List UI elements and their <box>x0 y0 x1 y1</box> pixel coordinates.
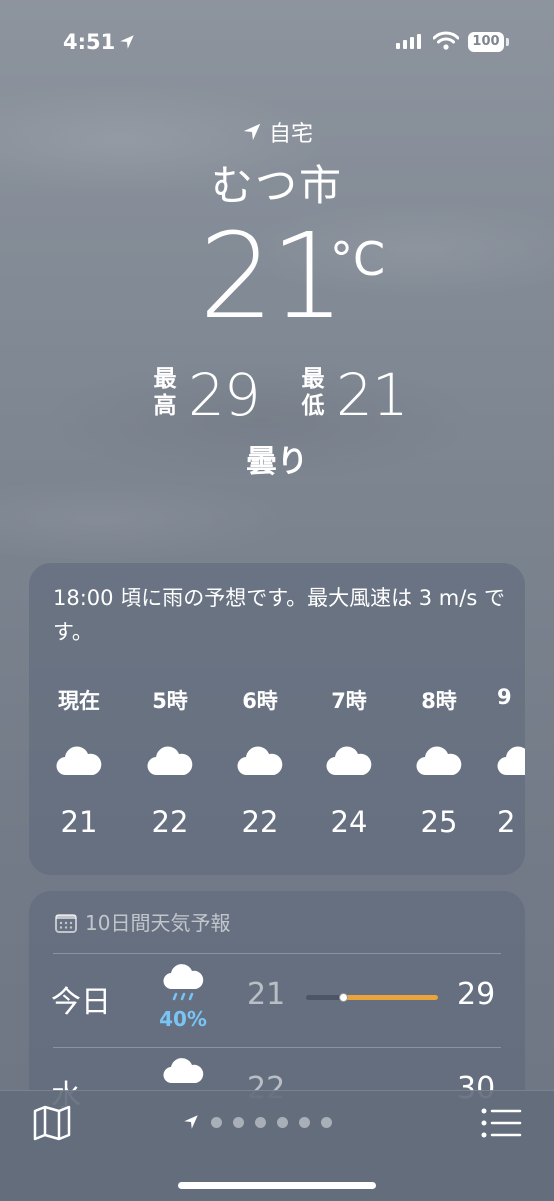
condition: 曇り <box>246 444 308 480</box>
current-temp-marker <box>339 993 348 1002</box>
page-dot[interactable] <box>299 1116 310 1128</box>
hour-label: 8時 <box>421 689 457 713</box>
hour-item: 7時 24 <box>299 685 399 839</box>
hour-item: 現在 21 <box>29 685 129 839</box>
page-dot[interactable] <box>277 1116 288 1128</box>
cloud-icon <box>416 746 462 776</box>
cloud-icon <box>56 746 102 776</box>
cellular-signal-icon <box>396 33 421 49</box>
hour-temp: 25 <box>420 805 458 839</box>
page-dot[interactable] <box>321 1116 332 1128</box>
hour-label: 現在 <box>58 689 100 713</box>
battery-tip <box>506 38 509 46</box>
divider <box>53 953 501 954</box>
hour-temp: 22 <box>151 805 189 839</box>
current-temperature: 21 <box>199 207 345 345</box>
page-indicator[interactable] <box>182 1113 332 1131</box>
hour-item: 5時 22 <box>120 685 220 839</box>
home-indicator[interactable] <box>178 1182 376 1189</box>
location-label-text: 自宅 <box>268 122 313 147</box>
cloud-icon <box>326 746 372 776</box>
location-arrow-icon <box>243 123 261 141</box>
day-row[interactable]: 今日 40% 21 29 <box>29 955 525 1045</box>
hour-item: 9 2 <box>497 685 525 839</box>
hour-label: 6時 <box>242 689 278 713</box>
precip-chance: 40% <box>159 1007 207 1031</box>
rain-cloud-icon <box>163 964 204 1001</box>
high-label: 最高 <box>153 366 177 419</box>
hourly-list[interactable]: 現在 21 5時 22 6時 22 7時 24 8時 25 9 2 <box>29 685 525 865</box>
location-label: 自宅 <box>0 116 554 148</box>
divider <box>53 1047 501 1048</box>
hour-temp: 24 <box>330 805 368 839</box>
hour-item: 6時 22 <box>210 685 310 839</box>
list-icon[interactable] <box>480 1107 522 1139</box>
hour-item: 8時 25 <box>389 685 489 839</box>
day-high: 29 <box>457 977 496 1012</box>
map-icon[interactable] <box>32 1105 72 1141</box>
day-low: 21 <box>247 977 286 1012</box>
high-value: 29 <box>188 361 261 429</box>
page-dot[interactable] <box>233 1116 244 1128</box>
day-name: 今日 <box>51 985 111 1020</box>
temperature-range-fill <box>344 995 438 1000</box>
page-dot[interactable] <box>255 1116 266 1128</box>
ten-day-title-text: 10日間天気予報 <box>85 911 231 935</box>
temperature-range-bar <box>306 993 438 1002</box>
hour-temp: 2 <box>497 805 516 839</box>
wifi-icon <box>433 31 459 50</box>
hour-temp: 21 <box>60 805 98 839</box>
location-arrow-icon <box>120 35 134 49</box>
battery-icon: 100 <box>468 32 504 52</box>
low-label: 最低 <box>301 366 325 419</box>
temperature-unit: °C <box>330 232 386 286</box>
forecast-summary: 18:00 頃に雨の予想です。最大風速は 3 m/s です。 <box>53 586 505 644</box>
location-arrow-icon[interactable] <box>182 1113 200 1131</box>
low-value: 21 <box>336 361 409 429</box>
hour-label: 9 <box>497 685 512 709</box>
status-bar: 4:51 100 <box>0 28 554 58</box>
hour-label: 5時 <box>152 689 188 713</box>
hourly-forecast-card[interactable]: 18:00 頃に雨の予想です。最大風速は 3 m/s です。 現在 21 5時 … <box>29 563 525 875</box>
cloud-icon <box>237 746 283 776</box>
cloud-icon <box>147 746 193 776</box>
status-time: 4:51 <box>63 30 116 54</box>
hour-label: 7時 <box>331 689 367 713</box>
calendar-icon <box>55 914 77 933</box>
hour-temp: 22 <box>241 805 279 839</box>
cloud-icon <box>497 746 525 776</box>
page-dot[interactable] <box>211 1116 222 1128</box>
high-low: 最高 29 最低 21 <box>0 362 554 432</box>
ten-day-title: 10日間天気予報 <box>55 907 230 936</box>
city-name: むつ市 <box>210 161 343 210</box>
